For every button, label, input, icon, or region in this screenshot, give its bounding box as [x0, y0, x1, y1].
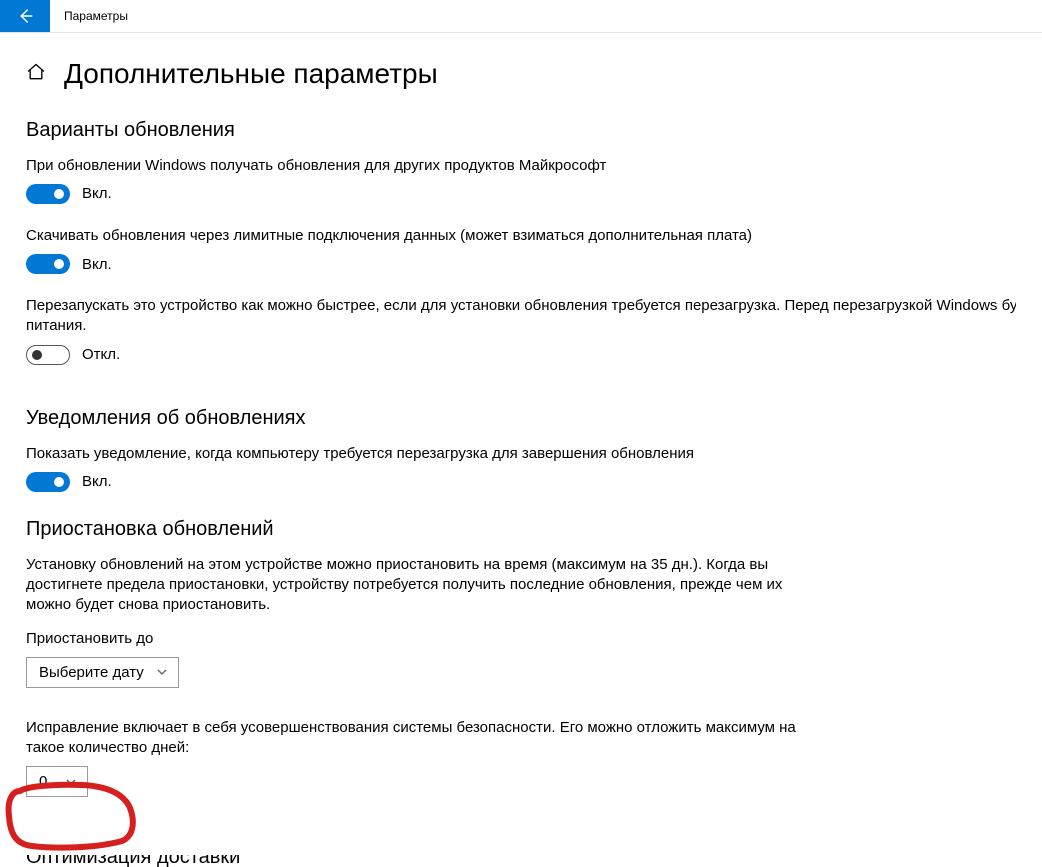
toggle-metered[interactable] [26, 254, 70, 274]
toggle-restart[interactable] [26, 345, 70, 365]
toggle-state-restart: Откл. [82, 346, 120, 363]
section-heading-pause: Приостановка обновлений [26, 518, 1016, 541]
pause-until-label: Приостановить до [26, 630, 1016, 647]
toggle-row-restart: Откл. [26, 345, 1016, 365]
section-heading-notifications: Уведомления об обновлениях [26, 407, 1016, 430]
defer-description: Исправление включает в себя усовершенств… [26, 718, 816, 759]
toggle-notify-restart[interactable] [26, 472, 70, 492]
chevron-down-icon [156, 666, 168, 678]
section-update-options: Варианты обновления При обновлении Windo… [26, 119, 1016, 365]
section-notifications: Уведомления об обновлениях Показать увед… [26, 407, 1016, 492]
defer-days-combo[interactable]: 0 [26, 766, 88, 797]
pause-date-combo[interactable]: Выберите дату [26, 657, 179, 688]
titlebar: Параметры [0, 0, 1042, 33]
chevron-down-icon [65, 776, 77, 788]
setting-label-restart: Перезапускать это устройство как можно б… [26, 296, 1016, 316]
back-button[interactable] [0, 0, 50, 32]
page-content: Дополнительные параметры Варианты обновл… [0, 33, 1042, 797]
page-title: Дополнительные параметры [64, 57, 438, 91]
toggle-state-other-products: Вкл. [82, 185, 112, 202]
window-title: Параметры [50, 0, 128, 32]
toggle-other-products[interactable] [26, 184, 70, 204]
home-icon[interactable] [26, 62, 46, 86]
toggle-row-notify-restart: Вкл. [26, 472, 1016, 492]
pause-description: Установку обновлений на этом устройстве … [26, 555, 806, 616]
section-heading-delivery-optimization: Оптимизация доставки [26, 855, 240, 867]
section-pause-updates: Приостановка обновлений Установку обновл… [26, 518, 1016, 797]
section-heading-update-options: Варианты обновления [26, 119, 1016, 142]
back-arrow-icon [16, 7, 34, 25]
setting-label-notify-restart: Показать уведомление, когда компьютеру т… [26, 444, 1016, 464]
setting-label-restart-line2: питания. [26, 316, 1016, 336]
toggle-state-notify-restart: Вкл. [82, 473, 112, 490]
setting-label-other-products: При обновлении Windows получать обновлен… [26, 156, 1016, 176]
setting-label-metered: Скачивать обновления через лимитные подк… [26, 226, 1016, 246]
defer-days-value: 0 [39, 773, 47, 790]
toggle-state-metered: Вкл. [82, 256, 112, 273]
pause-date-value: Выберите дату [39, 664, 144, 681]
toggle-row-other-products: Вкл. [26, 184, 1016, 204]
toggle-row-metered: Вкл. [26, 254, 1016, 274]
page-header: Дополнительные параметры [26, 57, 1016, 91]
